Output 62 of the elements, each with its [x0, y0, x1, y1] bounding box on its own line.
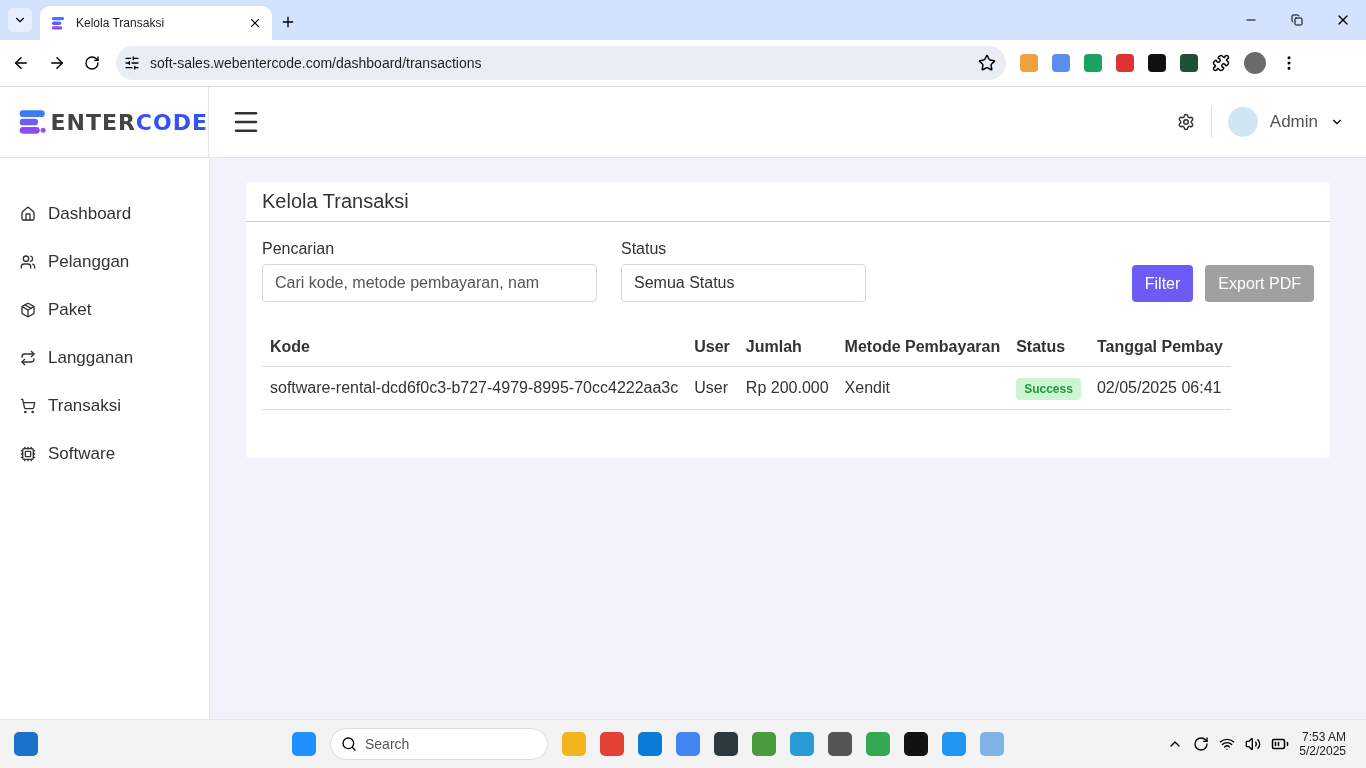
- search-field[interactable]: Cari kode, metode pembayaran, nam: [262, 264, 597, 302]
- card-title: Kelola Transaksi: [246, 182, 1330, 222]
- settings-icon[interactable]: [1176, 113, 1195, 131]
- address-bar[interactable]: soft-sales.webentercode.com/dashboard/transactions: [116, 46, 1006, 80]
- tab-list-button[interactable]: [8, 8, 32, 32]
- sync-icon[interactable]: [1193, 736, 1210, 752]
- new-tab-icon[interactable]: [280, 14, 296, 30]
- taskbar-search[interactable]: Search: [330, 728, 548, 760]
- extensions-icon[interactable]: [1212, 54, 1230, 72]
- browser-tab[interactable]: Kelola Transaksi: [40, 6, 272, 40]
- column-header: User: [686, 328, 738, 367]
- user-avatar: [1227, 107, 1258, 137]
- sidebar-item[interactable]: Dashboard: [0, 190, 209, 238]
- users-icon: [20, 254, 36, 270]
- table-cell: software-rental-dcd6f0c3-b727-4979-8995-70cc4222aa3c: [262, 366, 687, 410]
- sidebar-item[interactable]: Langganan: [0, 334, 209, 382]
- table-cell: 02/05/2025 06:41: [1088, 366, 1231, 410]
- field-label: Status: [621, 240, 668, 258]
- column-header: Tanggal Pembay: [1088, 328, 1231, 367]
- url-text: soft-sales.webentercode.com/dashboard/transactions: [150, 55, 483, 71]
- site-favicon: [50, 15, 66, 31]
- close-tab-icon[interactable]: [248, 16, 262, 30]
- wifi-icon[interactable]: [1219, 736, 1236, 752]
- logo-text: ENTER: [50, 109, 136, 135]
- status-select[interactable]: Semua Status: [621, 264, 866, 302]
- sidebar-item[interactable]: Transaksi: [0, 382, 209, 430]
- chip-icon: [20, 446, 36, 462]
- clock[interactable]: 7:53 AM 5/2/2025: [1299, 730, 1352, 758]
- extension-icon[interactable]: [1148, 54, 1166, 72]
- volume-icon[interactable]: [1245, 736, 1262, 752]
- extension-icon[interactable]: [1180, 54, 1198, 72]
- profile-avatar[interactable]: [1244, 52, 1266, 74]
- reload-icon[interactable]: [82, 53, 102, 73]
- sidebar-item[interactable]: Pelanggan: [0, 238, 209, 286]
- site-settings-icon[interactable]: [124, 55, 140, 71]
- app-icon[interactable]: [904, 732, 928, 756]
- filter-button[interactable]: Filter: [1131, 265, 1194, 302]
- widgets-icon[interactable]: [14, 732, 38, 756]
- app-icon[interactable]: [828, 732, 852, 756]
- repeat-icon: [20, 350, 36, 366]
- status-badge: Success: [1016, 378, 1081, 400]
- app-icon[interactable]: [714, 732, 738, 756]
- cart-icon: [20, 398, 36, 414]
- bookmark-star-icon[interactable]: [978, 54, 996, 72]
- start-icon[interactable]: [292, 732, 316, 756]
- table-cell: Rp 200.000: [737, 366, 837, 410]
- box-icon: [20, 302, 36, 318]
- logo-text: CODE: [135, 109, 208, 135]
- sidebar-item[interactable]: Paket: [0, 286, 209, 334]
- table-cell: User: [686, 366, 738, 410]
- column-header: Kode: [262, 328, 687, 367]
- search-icon: [341, 736, 357, 752]
- column-header: Jumlah: [737, 328, 837, 367]
- home-icon: [20, 206, 36, 222]
- sidebar-item[interactable]: Software: [0, 430, 209, 478]
- field-label: Pencarian: [262, 240, 336, 258]
- table-cell: Xendit: [836, 366, 1009, 410]
- column-header: Status: [1008, 328, 1089, 367]
- tab-title: Kelola Transaksi: [76, 16, 166, 30]
- search-label: Search: [365, 736, 410, 752]
- user-name[interactable]: Admin: [1269, 112, 1318, 132]
- column-header: Metode Pembayaran: [836, 328, 1009, 367]
